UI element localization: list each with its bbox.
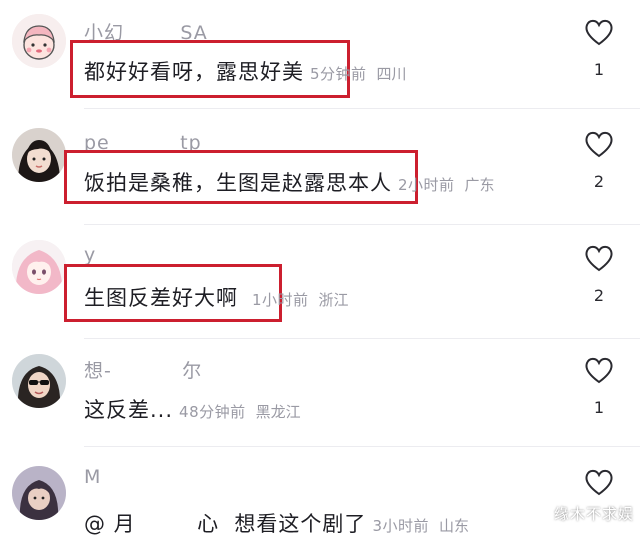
comment-line: 饭拍是桑稚，生图是赵露思本人 2小时前 广东: [84, 167, 495, 197]
comment-text[interactable]: 都好好看呀，露思好美: [84, 56, 304, 86]
like-control[interactable]: 2: [582, 130, 616, 191]
watermark: 缘木不求娱: [553, 505, 634, 523]
like-control[interactable]: 2: [582, 244, 616, 305]
username[interactable]: 想- 尔: [84, 356, 202, 383]
username[interactable]: M: [84, 466, 101, 488]
comment-time: 1小时前: [252, 291, 309, 309]
comment-text[interactable]: 生图反差好大啊: [84, 282, 238, 312]
comment-time: 5分钟前: [310, 65, 367, 83]
heart-outline-icon[interactable]: [584, 18, 614, 46]
divider: [84, 108, 640, 109]
like-count: 2: [593, 286, 605, 305]
heart-outline-icon[interactable]: [584, 130, 614, 158]
like-control[interactable]: 1: [582, 18, 616, 79]
like-control[interactable]: 1: [582, 356, 616, 417]
heart-outline-icon[interactable]: [584, 356, 614, 384]
comment-text[interactable]: 这反差...: [84, 394, 173, 424]
like-count: 1: [593, 398, 605, 417]
like-count: 1: [593, 60, 605, 79]
divider: [84, 224, 640, 225]
like-count: 2: [593, 172, 605, 191]
comment-text[interactable]: @ 月 心 想看这个剧了: [84, 508, 366, 538]
cartoon-girl-avatar-icon: [12, 14, 66, 68]
comment-location: 黑龙江: [255, 403, 301, 421]
divider: [84, 338, 640, 339]
comment-line: 都好好看呀，露思好美 5分钟前 四川: [84, 56, 407, 86]
comment-time: 2小时前: [398, 176, 455, 194]
comment-item: y 生图反差好大啊 1小时前 浙江 2: [0, 228, 640, 340]
comment-line: @ 月 心 想看这个剧了 3小时前 山东: [84, 508, 469, 538]
comment-item: pe tp 饭拍是桑稚，生图是赵露思本人 2小时前 广东 2: [0, 112, 640, 224]
comment-location: 四川: [376, 65, 407, 83]
avatar[interactable]: [12, 128, 66, 182]
comment-location: 广东: [464, 176, 495, 194]
comment-line: 生图反差好大啊 1小时前 浙江: [84, 282, 349, 312]
comment-feed: 小幻 SA 都好好看呀，露思好美 5分钟前 四川 1 pe tp 饭拍是桑稚，生…: [0, 0, 640, 540]
pink-hair-anime-avatar-icon: [12, 240, 66, 294]
comment-item: 想- 尔 这反差... 48分钟前 黑龙江 1: [0, 342, 640, 446]
comment-time: 3小时前: [372, 517, 429, 535]
comment-line: 这反差... 48分钟前 黑龙江: [84, 394, 301, 424]
heart-outline-icon[interactable]: [584, 468, 614, 496]
photo-person-avatar-icon: [12, 466, 66, 520]
comment-item: M @ 月 心 想看这个剧了 3小时前 山东: [0, 450, 640, 540]
divider: [84, 446, 640, 447]
comment-item: 小幻 SA 都好好看呀，露思好美 5分钟前 四川 1: [0, 0, 640, 108]
avatar[interactable]: [12, 466, 66, 520]
username[interactable]: y: [84, 244, 96, 266]
comment-time: 48分钟前: [179, 403, 246, 421]
comment-location: 浙江: [318, 291, 349, 309]
photo-woman-sunglasses-avatar-icon: [12, 354, 66, 408]
avatar[interactable]: [12, 354, 66, 408]
photo-girl-avatar-icon: [12, 128, 66, 182]
avatar[interactable]: [12, 240, 66, 294]
comment-text[interactable]: 饭拍是桑稚，生图是赵露思本人: [84, 167, 392, 197]
avatar[interactable]: [12, 14, 66, 68]
comment-location: 山东: [438, 517, 469, 535]
heart-outline-icon[interactable]: [584, 244, 614, 272]
